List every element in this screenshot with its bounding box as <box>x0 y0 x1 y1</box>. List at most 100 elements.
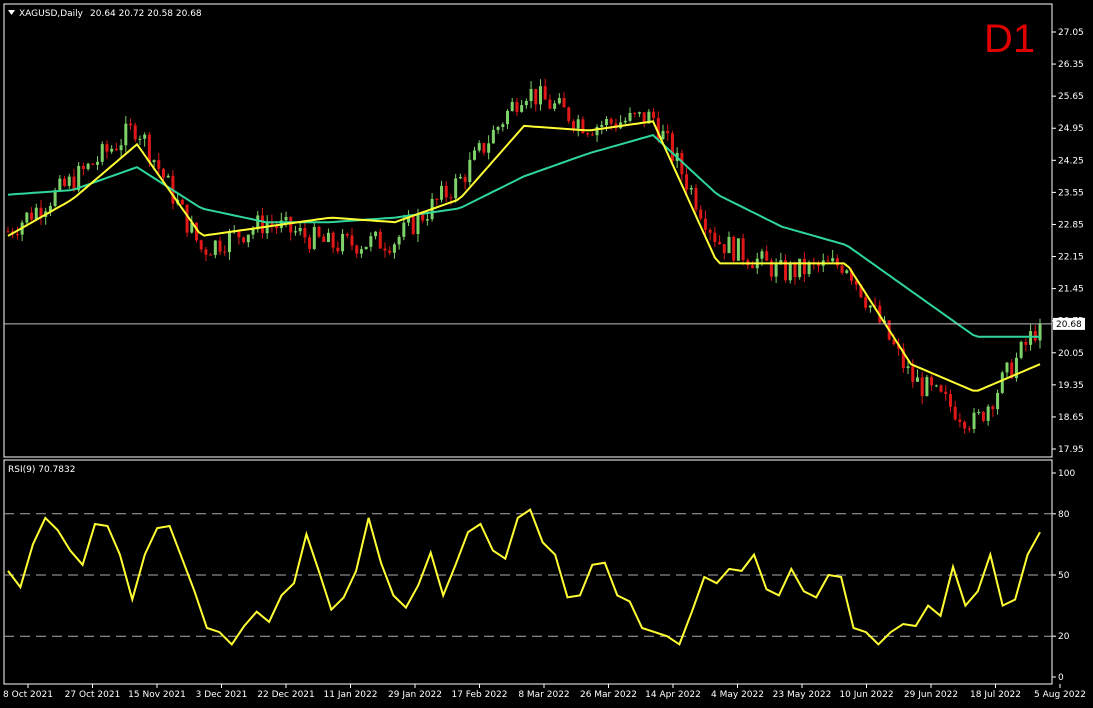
candle-body <box>948 393 952 407</box>
candle-body <box>967 428 971 430</box>
candle-body <box>944 391 948 394</box>
candle-body <box>213 240 217 255</box>
candle-body <box>463 176 467 183</box>
candle-body <box>435 198 439 200</box>
candle-body <box>996 392 1000 410</box>
candle-body <box>138 138 142 140</box>
candle-body <box>218 240 222 252</box>
candle-body <box>251 229 255 235</box>
candle-body <box>378 231 382 249</box>
candle-body <box>793 263 797 278</box>
candle-body <box>359 249 363 254</box>
time-tick-label: 22 Dec 2021 <box>257 690 315 700</box>
time-tick-label: 27 Oct 2021 <box>65 690 121 700</box>
price-tick-label: 22.15 <box>1058 253 1084 263</box>
candle-body <box>788 263 792 281</box>
candle-body <box>30 212 34 220</box>
candle-body <box>845 270 849 273</box>
price-tick-label: 18.65 <box>1058 413 1084 423</box>
candle-body <box>1024 341 1028 345</box>
candle-body <box>383 248 387 251</box>
candle-body <box>63 178 67 186</box>
time-tick-label: 29 Jun 2022 <box>904 690 958 700</box>
candle-body <box>1005 362 1009 373</box>
candle-body <box>736 238 740 261</box>
candle-body <box>91 163 95 165</box>
candle-body <box>129 123 133 126</box>
candle-body <box>100 144 104 162</box>
candle-body <box>345 233 349 236</box>
candle-body <box>110 148 114 152</box>
candle-body <box>727 236 731 254</box>
candle-body <box>341 233 345 252</box>
candle-body <box>722 244 726 254</box>
candle-body <box>199 240 203 250</box>
price-tick-label: 21.45 <box>1058 285 1084 295</box>
candle-body <box>915 377 919 382</box>
candle-body <box>293 231 297 233</box>
candle-body <box>34 207 38 220</box>
candle-body <box>576 119 580 129</box>
candle-body <box>298 227 302 232</box>
candle-body <box>538 86 542 105</box>
candle-body <box>265 222 269 234</box>
candle-body <box>571 121 575 129</box>
candle-body <box>336 247 340 252</box>
time-tick-label: 10 Jun 2022 <box>839 690 893 700</box>
candle-body <box>798 258 802 278</box>
rsi-pane[interactable] <box>3 459 1053 685</box>
candle-body <box>473 150 477 160</box>
candle-body <box>567 107 571 122</box>
candle-body <box>477 143 481 151</box>
candle-body <box>604 119 608 126</box>
candle-body <box>986 406 990 421</box>
candle-body <box>1000 372 1004 393</box>
candle-body <box>25 212 29 223</box>
candle-body <box>67 176 71 186</box>
rsi-tick-label: 0 <box>1058 673 1064 683</box>
candle-body <box>482 143 486 153</box>
time-tick-label: 11 Jan 2022 <box>324 690 378 700</box>
candle-body <box>496 127 500 130</box>
candle-body <box>350 235 354 246</box>
current-price-label: 20.68 <box>1056 320 1082 330</box>
candle-body <box>506 110 510 125</box>
candle-body <box>242 237 246 243</box>
candle-body <box>440 185 444 200</box>
candle-body <box>699 209 703 219</box>
candle-body <box>392 244 396 253</box>
candle-body <box>751 265 755 269</box>
candle-body <box>204 249 208 255</box>
candle-body <box>449 197 453 199</box>
candle-body <box>553 103 557 109</box>
chart-canvas[interactable]: 27.05 26.35 25.65 24.95 24.25 23.55 22.85 22.15… <box>0 0 1093 708</box>
candle-body <box>548 99 552 109</box>
candle-body <box>911 366 915 382</box>
candle-body <box>388 250 392 253</box>
candle-body <box>86 163 90 170</box>
candle-body <box>939 385 943 392</box>
price-pane[interactable] <box>3 3 1053 458</box>
candle-body <box>953 406 957 420</box>
candle-body <box>58 178 62 191</box>
candle-body <box>609 119 613 124</box>
candle-body <box>958 419 962 422</box>
time-tick-label: 29 Jan 2022 <box>388 690 442 700</box>
price-tick-label: 22.85 <box>1058 220 1084 230</box>
rsi-axis: 100 80 50 20 0 <box>1052 469 1075 683</box>
candle-body <box>774 263 778 277</box>
rsi-tick-label: 50 <box>1058 571 1070 581</box>
rsi-tick-label: 20 <box>1058 632 1070 642</box>
candle-body <box>524 100 528 106</box>
candle-body <box>322 236 326 242</box>
candle-body <box>114 148 118 151</box>
candle-body <box>628 112 632 121</box>
candle-body <box>364 246 368 250</box>
price-tick-label: 24.25 <box>1058 156 1084 166</box>
candle-body <box>162 168 166 178</box>
price-tick-label: 26.35 <box>1058 60 1084 70</box>
candle-body <box>925 377 929 397</box>
candle-body <box>741 238 745 261</box>
candle-body <box>444 185 448 198</box>
candle-body <box>374 231 378 237</box>
